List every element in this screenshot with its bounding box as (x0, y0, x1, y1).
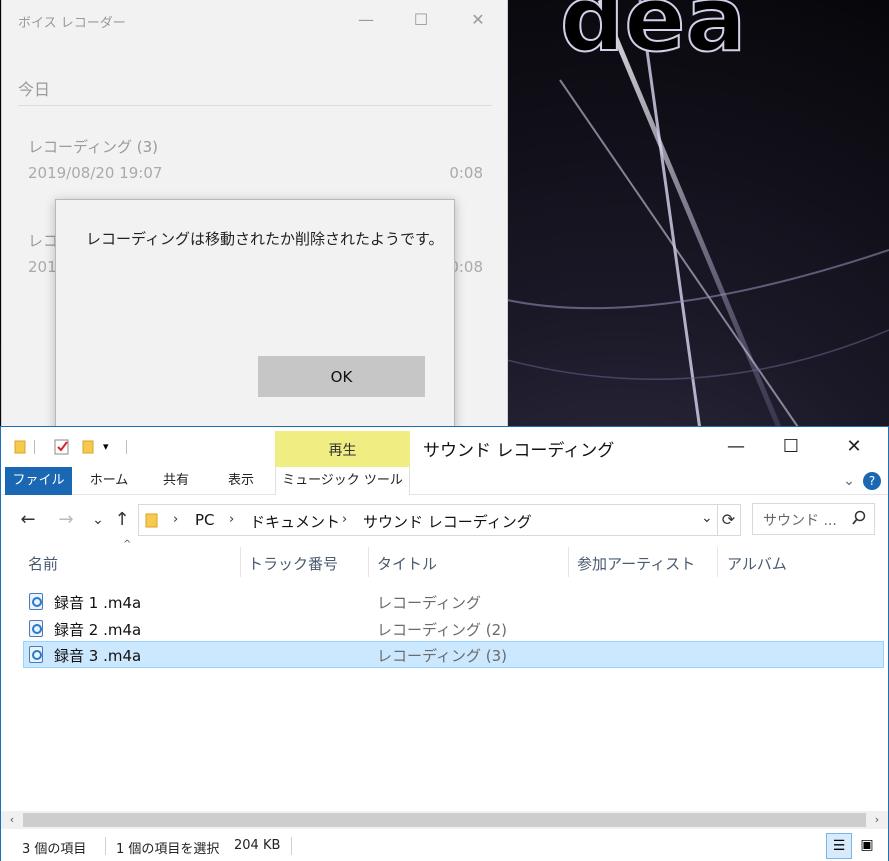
file-title: レコーディング (2) (377, 621, 507, 639)
selection-size: 204 KB (234, 838, 281, 853)
window-title: サウンド レコーディング (423, 441, 615, 461)
column-album[interactable]: アルバム (727, 553, 787, 574)
context-tab-play[interactable]: 再生 (275, 431, 410, 467)
file-title: レコーディング (377, 594, 481, 612)
file-title: レコーディング (3) (377, 647, 507, 665)
tab-share[interactable]: 共有 (151, 467, 201, 495)
tab-view[interactable]: 表示 (215, 467, 267, 495)
audio-file-icon (29, 620, 43, 637)
section-header-today: 今日 (18, 80, 51, 99)
checkmark-icon[interactable] (53, 437, 71, 457)
maximize-button[interactable]: ☐ (409, 8, 433, 32)
folder-icon (14, 440, 26, 454)
maximize-button[interactable]: ☐ (768, 433, 814, 461)
minimize-button[interactable]: — (713, 433, 759, 461)
recording-date: 2019/08/20 19:07 (28, 164, 163, 182)
tab-home[interactable]: ホーム (81, 467, 137, 495)
recording-title: レコーディング (3) (28, 138, 158, 156)
close-button[interactable]: ✕ (466, 8, 490, 32)
scroll-right-icon[interactable]: › (868, 811, 886, 829)
separator (126, 440, 127, 454)
search-box[interactable]: サウンド ... (752, 503, 875, 535)
navigation-bar: ← → ⌄ ↑ › PC › ドキュメント › サウンド レコーディング ⌄ ⟳… (1, 495, 888, 543)
audio-file-icon (29, 593, 43, 610)
breadcrumb-sound-recordings[interactable]: サウンド レコーディング (363, 511, 532, 532)
search-icon (852, 510, 866, 525)
svg-text:dea: dea (560, 0, 746, 72)
column-title[interactable]: タイトル (377, 553, 437, 574)
column-contributing-artists[interactable]: 参加アーティスト (577, 553, 695, 574)
ribbon-tabs: ファイル ホーム 共有 表示 ミュージック ツール ⌄ ? (1, 467, 888, 495)
new-folder-icon[interactable] (81, 437, 95, 457)
chevron-right-icon[interactable]: › (342, 512, 347, 527)
column-name[interactable]: 名前 (28, 553, 58, 574)
up-button[interactable]: ↑ (111, 509, 133, 531)
window-title: ボイス レコーダー (18, 16, 126, 31)
dialog-message: レコーディングは移動されたか削除されたようです。 (86, 230, 444, 248)
recording-date: 201 (28, 258, 57, 276)
recording-title: レコ (28, 232, 59, 250)
column-header: ^ 名前 トラック番号 タイトル 参加アーティスト アルバム (1, 539, 888, 583)
minimize-button[interactable]: — (354, 8, 378, 32)
file-row[interactable]: 録音 2 .m4a レコーディング (2) (23, 615, 884, 642)
error-dialog: レコーディングは移動されたか削除されたようです。 OK (55, 199, 455, 434)
status-bar: 3 個の項目 1 個の項目を選択 204 KB ☰ ▣ (1, 831, 888, 861)
column-separator[interactable] (368, 547, 369, 577)
quick-access-dropdown[interactable]: ▾ (103, 437, 109, 457)
chevron-right-icon[interactable]: › (229, 512, 234, 527)
recent-locations-button[interactable]: ⌄ (87, 509, 109, 531)
separator (105, 837, 106, 855)
chevron-down-icon[interactable]: ⌄ (839, 471, 859, 491)
chevron-right-icon[interactable]: › (173, 512, 178, 527)
back-button[interactable]: ← (17, 509, 39, 531)
audio-file-icon (29, 646, 43, 663)
forward-button[interactable]: → (55, 509, 77, 531)
scroll-left-icon[interactable]: ‹ (3, 811, 21, 829)
title-bar: ▾ 再生 サウンド レコーディング — ☐ ✕ (1, 427, 888, 467)
search-placeholder: サウンド ... (763, 513, 837, 529)
file-name: 録音 2 .m4a (54, 621, 142, 639)
file-name: 録音 3 .m4a (54, 647, 142, 665)
refresh-button[interactable]: ⟳ (717, 504, 741, 536)
help-icon[interactable]: ? (863, 472, 881, 490)
details-view-icon[interactable]: ☰ (826, 833, 852, 859)
file-row-selected[interactable]: 録音 3 .m4a レコーディング (3) (23, 641, 884, 668)
ok-button[interactable]: OK (258, 356, 425, 397)
breadcrumb-documents[interactable]: ドキュメント (250, 511, 340, 532)
chevron-down-icon[interactable]: ⌄ (701, 510, 713, 526)
column-separator[interactable] (568, 547, 569, 577)
large-icons-view-icon[interactable]: ▣ (854, 833, 880, 859)
separator (34, 440, 35, 454)
horizontal-scrollbar[interactable]: ‹ › (1, 811, 888, 829)
breadcrumb-pc[interactable]: PC (195, 511, 215, 529)
column-separator[interactable] (240, 547, 241, 577)
tab-music-tools[interactable]: ミュージック ツール (275, 467, 410, 495)
file-row[interactable]: 録音 1 .m4a レコーディング (23, 588, 884, 615)
selection-count: 1 個の項目を選択 (116, 842, 220, 857)
column-track-number[interactable]: トラック番号 (248, 553, 338, 574)
sort-ascending-icon: ^ (123, 539, 132, 550)
item-count: 3 個の項目 (22, 842, 87, 857)
address-bar[interactable]: › PC › ドキュメント › サウンド レコーディング ⌄ (138, 504, 718, 536)
recording-duration: 0:08 (449, 164, 483, 182)
column-separator[interactable] (717, 547, 718, 577)
tab-file[interactable]: ファイル (5, 467, 72, 495)
close-button[interactable]: ✕ (831, 433, 877, 461)
scrollbar-thumb[interactable] (23, 813, 866, 827)
divider (18, 105, 492, 106)
file-name: 録音 1 .m4a (54, 594, 142, 612)
file-explorer-window: ▾ 再生 サウンド レコーディング — ☐ ✕ ファイル ホーム 共有 表示 ミ… (0, 426, 889, 861)
separator (291, 837, 292, 855)
folder-icon (145, 513, 158, 528)
